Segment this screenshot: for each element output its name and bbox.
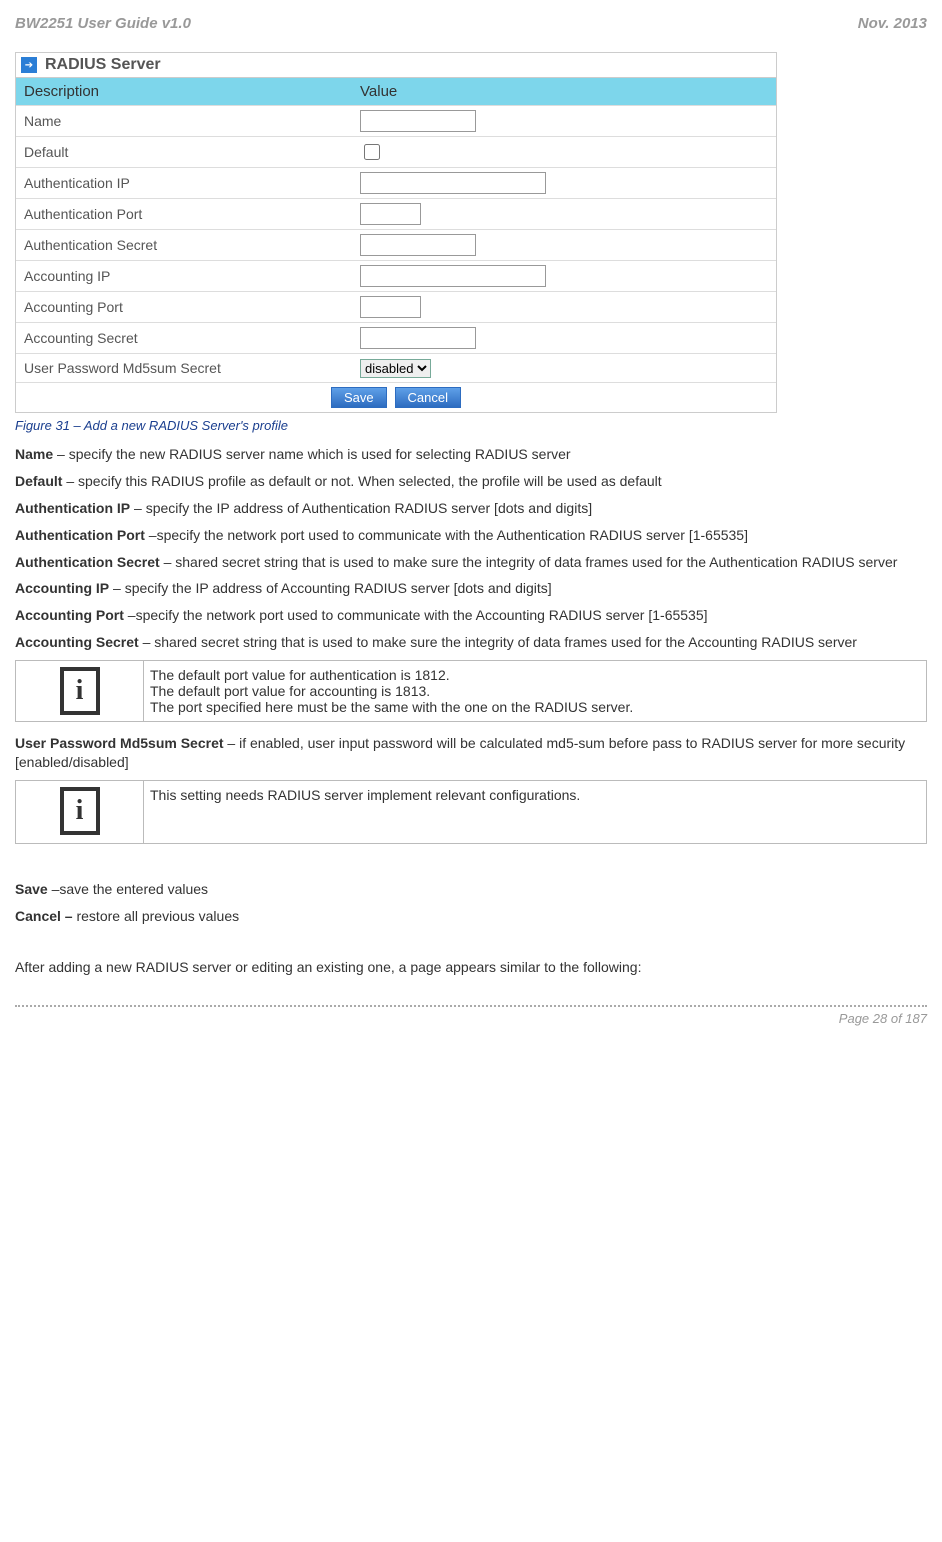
header-left: BW2251 User Guide v1.0 (15, 15, 191, 32)
auth-secret-input[interactable] (360, 234, 476, 256)
info2-text: This setting needs RADIUS server impleme… (144, 780, 927, 843)
label-md5: User Password Md5sum Secret (16, 354, 352, 382)
label-name: Name (16, 107, 352, 135)
para-acct-ip: Accounting IP – specify the IP address o… (15, 579, 927, 598)
row-acct-secret: Accounting Secret (16, 322, 776, 353)
acct-port-input[interactable] (360, 296, 421, 318)
page-footer: Page 28 of 187 (15, 1005, 927, 1026)
row-auth-ip: Authentication IP (16, 167, 776, 198)
button-row: Save Cancel (16, 382, 776, 412)
radius-server-form: ➔ RADIUS Server Description Value Name D… (15, 52, 777, 413)
row-default: Default (16, 136, 776, 167)
form-title: RADIUS Server (45, 56, 161, 74)
label-auth-port: Authentication Port (16, 200, 352, 228)
info-icon-cell: i (16, 661, 144, 722)
para-cancel: Cancel – restore all previous values (15, 907, 927, 926)
para-name: Name – specify the new RADIUS server nam… (15, 445, 927, 464)
column-header-row: Description Value (16, 78, 776, 105)
para-after-add: After adding a new RADIUS server or edit… (15, 958, 927, 977)
info1-line3: The port specified here must be the same… (150, 699, 920, 715)
page-number: Page 28 of 187 (839, 1011, 927, 1026)
info1-line1: The default port value for authenticatio… (150, 667, 920, 683)
info1-line2: The default port value for accounting is… (150, 683, 920, 699)
row-name: Name (16, 105, 776, 136)
auth-ip-input[interactable] (360, 172, 546, 194)
label-default: Default (16, 138, 352, 166)
header-right: Nov. 2013 (858, 15, 927, 32)
row-auth-secret: Authentication Secret (16, 229, 776, 260)
para-auth-ip: Authentication IP – specify the IP addre… (15, 499, 927, 518)
cancel-button[interactable]: Cancel (395, 387, 461, 408)
label-auth-secret: Authentication Secret (16, 231, 352, 259)
para-md5: User Password Md5sum Secret – if enabled… (15, 734, 927, 772)
para-acct-secret: Accounting Secret – shared secret string… (15, 633, 927, 652)
para-acct-port: Accounting Port –specify the network por… (15, 606, 927, 625)
label-acct-secret: Accounting Secret (16, 324, 352, 352)
info-text-cell: The default port value for authenticatio… (144, 661, 927, 722)
save-button[interactable]: Save (331, 387, 387, 408)
acct-ip-input[interactable] (360, 265, 546, 287)
header-description: Description (16, 78, 352, 105)
header-value: Value (352, 78, 776, 105)
row-acct-ip: Accounting IP (16, 260, 776, 291)
auth-port-input[interactable] (360, 203, 421, 225)
row-acct-port: Accounting Port (16, 291, 776, 322)
info-box-1: i The default port value for authenticat… (15, 660, 927, 722)
figure-caption: Figure 31 – Add a new RADIUS Server's pr… (15, 418, 927, 433)
info-icon: i (60, 667, 100, 715)
para-save: Save –save the entered values (15, 880, 927, 899)
acct-secret-input[interactable] (360, 327, 476, 349)
name-input[interactable] (360, 110, 476, 132)
form-title-row: ➔ RADIUS Server (16, 53, 776, 78)
label-acct-ip: Accounting IP (16, 262, 352, 290)
info-icon: i (60, 787, 100, 835)
md5-select[interactable]: disabled (360, 359, 431, 378)
para-auth-secret: Authentication Secret – shared secret st… (15, 553, 927, 572)
info-box-2: i This setting needs RADIUS server imple… (15, 780, 927, 844)
label-auth-ip: Authentication IP (16, 169, 352, 197)
row-auth-port: Authentication Port (16, 198, 776, 229)
page-header: BW2251 User Guide v1.0 Nov. 2013 (15, 15, 927, 32)
info-icon-cell: i (16, 780, 144, 843)
label-acct-port: Accounting Port (16, 293, 352, 321)
default-checkbox[interactable] (364, 144, 380, 160)
row-md5: User Password Md5sum Secret disabled (16, 353, 776, 382)
arrow-right-icon: ➔ (21, 57, 37, 73)
para-default: Default – specify this RADIUS profile as… (15, 472, 927, 491)
para-auth-port: Authentication Port –specify the network… (15, 526, 927, 545)
